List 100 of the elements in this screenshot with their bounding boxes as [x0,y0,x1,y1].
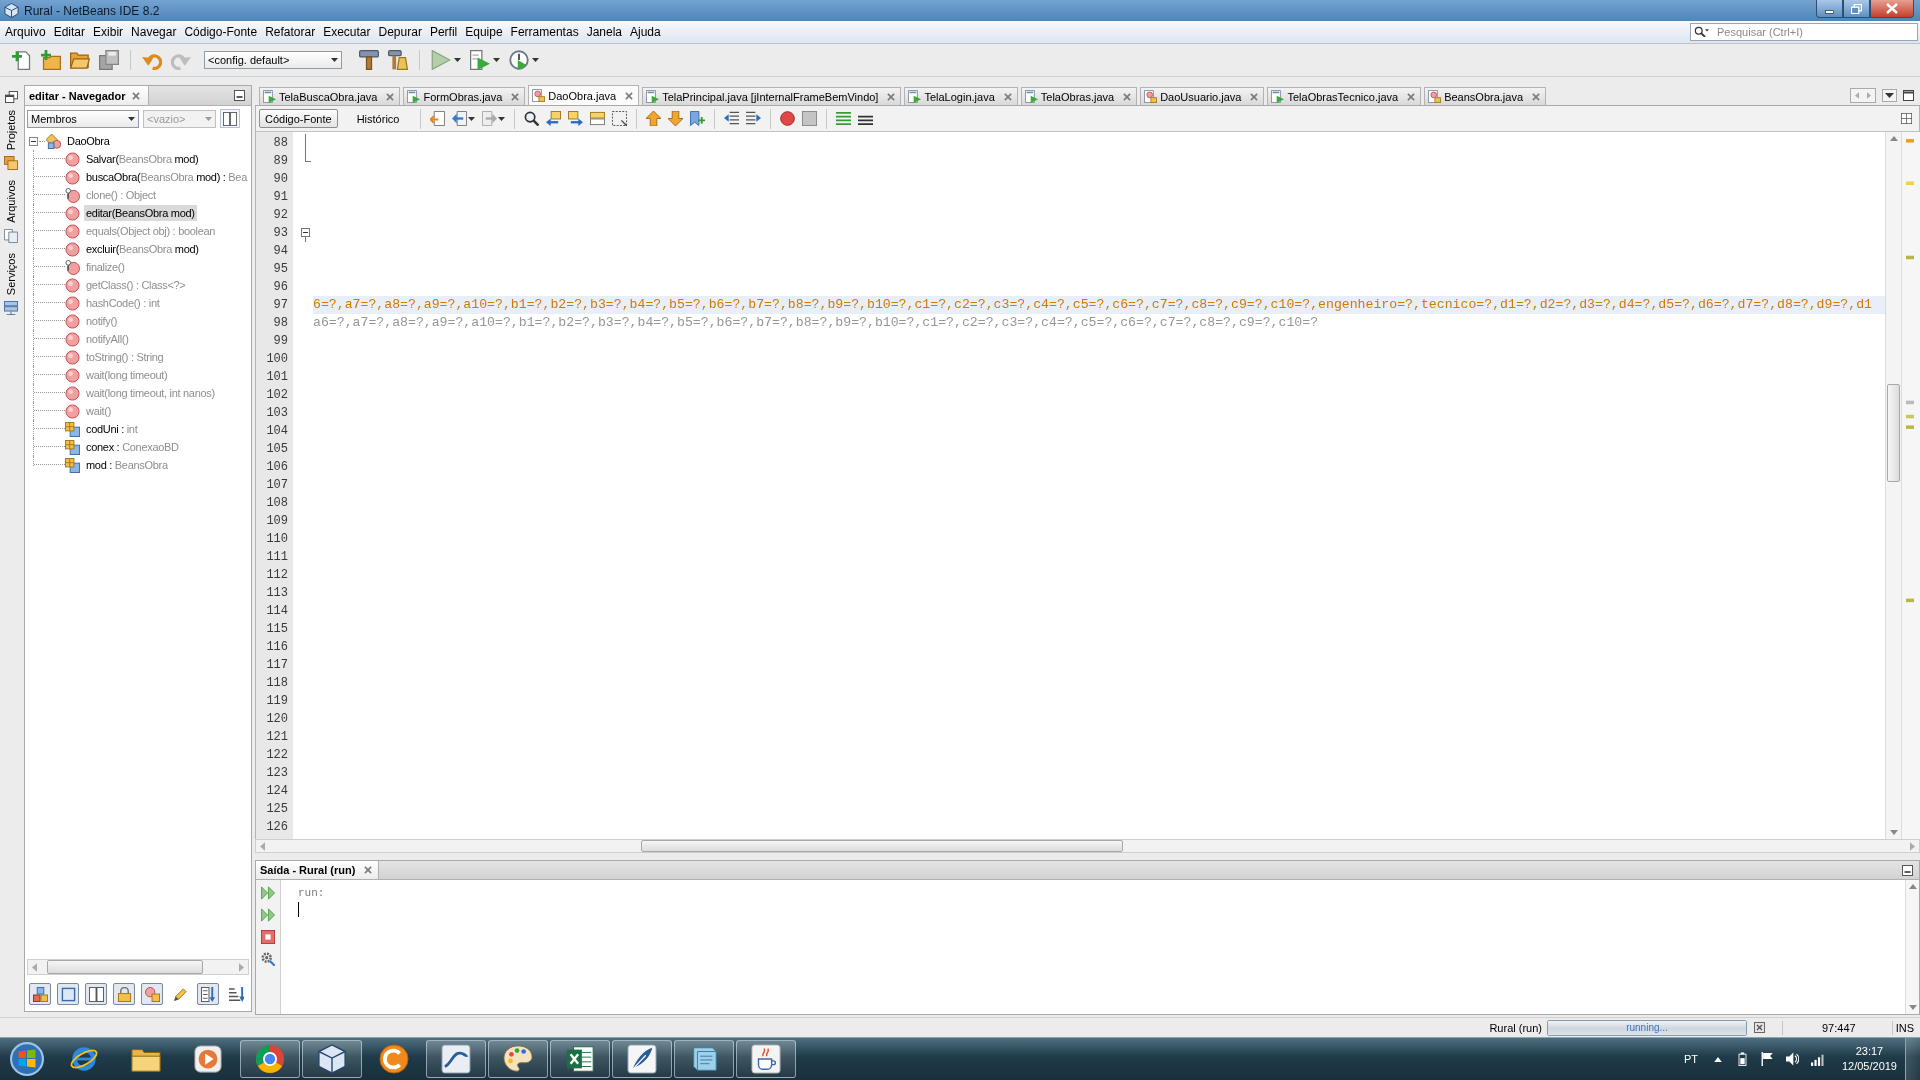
taskbar-button[interactable] [302,1040,362,1078]
filter-toggle[interactable] [57,983,79,1005]
signal-icon[interactable] [1810,1052,1824,1066]
menu-item[interactable]: Editar [49,23,90,41]
taskbar-button[interactable] [426,1040,486,1078]
close-icon[interactable] [1123,92,1132,101]
maximize-icon[interactable] [1903,89,1914,101]
menu-item[interactable]: Ajuda [626,23,665,41]
indent-left-icon[interactable] [724,111,740,126]
tree-item[interactable]: mod : BeansObra [84,457,170,473]
filter-toggle[interactable] [85,983,107,1005]
caret-icon[interactable] [498,116,506,121]
menu-item[interactable]: Depurar [374,23,426,41]
taskbar-button[interactable] [240,1040,300,1078]
tree-item[interactable]: wait(long timeout, int nanos) [84,385,217,401]
document-play-icon[interactable] [470,50,490,70]
arrow-down-icon[interactable] [1889,830,1898,835]
menu-item[interactable]: Refatorar [261,23,320,41]
speaker-icon[interactable] [1785,1052,1799,1066]
close-icon[interactable] [511,92,520,101]
taskbar-button[interactable] [736,1040,796,1078]
filter-toggle[interactable] [141,983,163,1005]
minimize-button[interactable] [1816,0,1843,18]
editor-tab[interactable]: DaoObra.java [528,85,640,105]
caret-down-icon[interactable] [1882,88,1897,102]
tree-item[interactable]: wait(long timeout) [84,367,170,383]
view-button[interactable]: Histórico [350,109,406,128]
menu-item[interactable]: Janela [582,23,626,41]
close-icon[interactable] [1250,92,1259,101]
close-icon[interactable] [131,91,140,100]
menu-item[interactable]: Exibir [89,23,128,41]
new-file-icon[interactable] [12,50,32,70]
filter-toggle[interactable] [197,983,219,1005]
hammer-icon[interactable] [359,50,379,70]
scrollbar-thumb[interactable] [47,960,203,974]
windows-icon[interactable] [4,91,18,103]
caret-icon[interactable] [493,58,500,62]
side-tab[interactable]: Projetos [3,107,19,174]
minimize-icon[interactable] [1902,864,1913,876]
tree-item[interactable]: conex : ConexaoBD [84,439,181,455]
arrow-down-icon[interactable] [1908,1005,1917,1010]
cancel-icon[interactable] [1754,1022,1765,1033]
tree-item[interactable]: codUni : int [84,421,140,437]
editor-tab[interactable]: TelaPrincipal.java [jInternalFrameBemVindo] [642,87,902,105]
menu-item[interactable]: Navegar [127,23,181,41]
gauge-icon[interactable] [509,50,529,70]
folder-icon[interactable] [70,50,90,70]
clock-date[interactable]: 12/05/2019 [1841,1059,1897,1074]
tree-item[interactable]: DaoObra [65,133,112,149]
search-field[interactable]: Pesquisar (Ctrl+I) [1690,23,1918,41]
arrow-down-icon[interactable] [668,111,684,126]
panel-tab[interactable]: editar - Navegador [25,86,149,105]
page-arrow-icon[interactable] [430,111,446,126]
disks-icon[interactable] [99,50,119,70]
close-icon[interactable] [887,92,896,101]
language-indicator[interactable]: PT [1683,1053,1698,1065]
tree-item[interactable]: notify() [84,313,120,329]
filter-toggle[interactable] [113,983,135,1005]
find-previous-icon[interactable] [546,111,562,126]
new-folder-icon[interactable] [41,50,61,70]
close-button[interactable] [1870,0,1914,18]
tree-item[interactable]: toString() : String [84,349,166,365]
panel-button[interactable] [220,109,240,128]
stop-icon[interactable] [802,111,818,126]
double-play-icon[interactable] [261,886,275,900]
taskbar-button[interactable] [550,1040,610,1078]
clock-time[interactable]: 23:17 [1855,1044,1884,1059]
stop-icon[interactable] [261,930,275,944]
caret-icon[interactable] [454,58,461,62]
tree-item[interactable]: hashCode() : int [84,295,162,311]
close-icon[interactable] [1407,92,1416,101]
caret-icon[interactable] [532,58,539,62]
scrollbar[interactable] [1885,132,1901,839]
menu-item[interactable]: Código-Fonte [180,23,262,41]
view-button[interactable]: Código-Fonte [259,109,338,128]
scrollbar-thumb[interactable] [1887,384,1900,482]
close-icon[interactable] [1532,92,1541,101]
close-icon[interactable] [625,91,634,100]
tree-item[interactable]: getClass() : Class<?> [84,277,188,293]
flag-icon[interactable] [1760,1052,1774,1066]
collapse-icon[interactable] [29,136,38,146]
editor-tab[interactable]: BeansObra.java [1424,87,1547,105]
taskbar-button[interactable] [674,1040,734,1078]
menu-item[interactable]: Ferramentas [506,23,583,41]
gear-icon[interactable] [261,952,275,966]
editor-tab[interactable]: FormObras.java [403,87,526,105]
back-icon[interactable] [452,111,468,126]
arrow-up-icon[interactable] [1713,1056,1722,1062]
taskbar-button[interactable] [488,1040,548,1078]
scrollbar[interactable] [1905,880,1919,1014]
filter-dropdown[interactable]: Membros [27,109,139,128]
scrollbar[interactable] [255,839,1920,853]
config-dropdown[interactable]: <config. default> [204,51,342,69]
double-play-icon[interactable] [261,908,275,922]
bookmark-icon[interactable] [690,111,706,126]
tree-item[interactable]: clone() : Object [84,187,158,203]
editor-tab[interactable]: TelaObrasTecnico.java [1267,87,1422,105]
close-icon[interactable] [1003,92,1012,101]
editor-tab[interactable]: TelaBuscaObra.java [259,87,401,105]
side-tab[interactable]: Serviços [3,250,19,319]
